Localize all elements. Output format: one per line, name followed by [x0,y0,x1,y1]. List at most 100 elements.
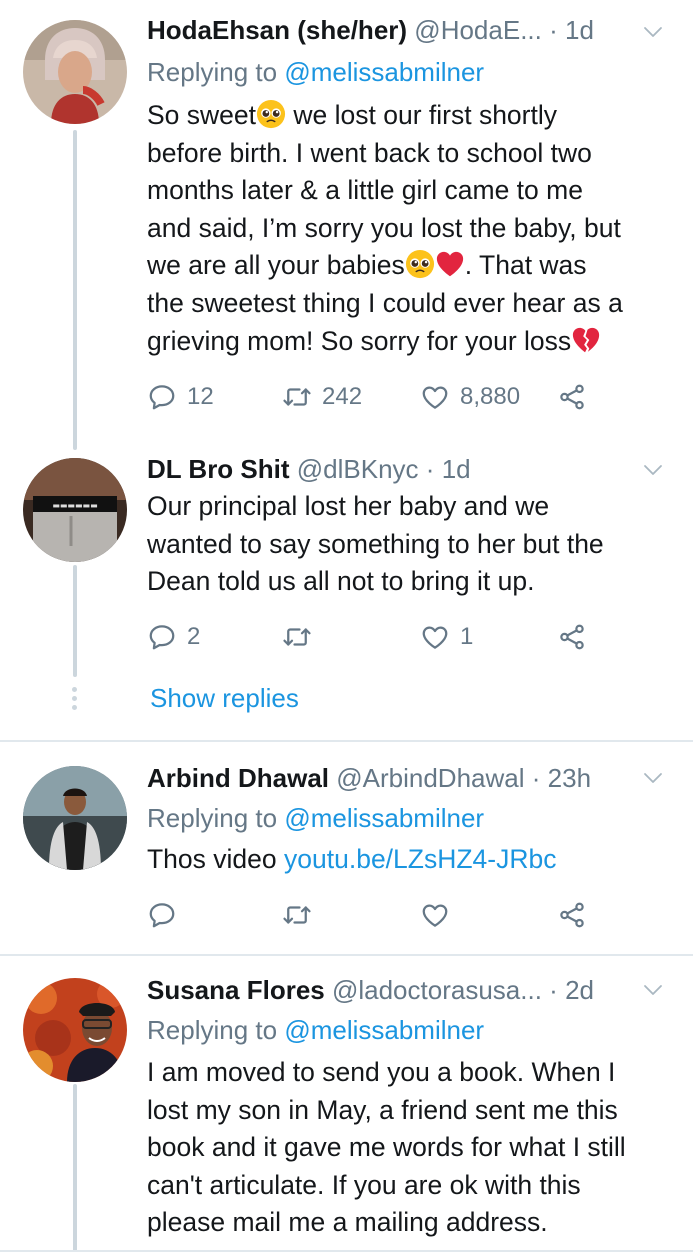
tweet-3[interactable]: Arbind Dhawal @ArbindDhawal · 23h Replyi… [0,742,693,954]
chevron-down-icon[interactable] [641,766,665,790]
tweet-actions [147,895,667,935]
red-heart-emoji [435,249,465,279]
tweet-4[interactable]: Susana Flores @ladoctorasusa... · 2d Rep… [0,956,693,1252]
tweet-2[interactable]: ▬▬▬▬▬▬ DL Bro Shit @dlBKnyc · 1d Our pri… [0,450,693,740]
reply-icon [147,382,177,412]
body-line: I am moved to send you a book. When I [147,1057,616,1087]
user-handle[interactable]: @ArbindDhawal [336,763,524,793]
user-handle[interactable]: @ladoctorasusa... [332,975,542,1005]
display-name[interactable]: HodaEhsan (she/her) [147,15,407,45]
display-name[interactable]: Arbind Dhawal [147,763,329,793]
separator-dot: · [549,975,558,1005]
chevron-down-icon[interactable] [641,458,665,482]
reply-icon [147,622,177,652]
tweet-text: So sweet we lost our first shortly befor… [147,97,677,360]
avatar[interactable] [23,978,127,1082]
share-button[interactable] [557,617,587,657]
replying-to-label: Replying to [147,803,278,833]
like-button[interactable] [420,895,450,935]
tweet-header: Arbind Dhawal @ArbindDhawal · 23h [147,760,645,796]
retweet-button[interactable]: 242 [282,377,362,417]
retweet-icon [282,382,312,412]
show-replies-link[interactable]: Show replies [150,680,299,716]
reply-button[interactable] [147,895,177,935]
body-line: grieving mom! So sorry for your loss [147,325,572,356]
like-icon [420,900,450,930]
pleading-face-emoji [256,99,286,129]
body-line: months later & a little girl came to me [147,175,583,206]
body-line: and said, I’m sorry you lost the baby, b… [147,212,621,243]
avatar[interactable] [23,766,127,870]
svg-text:▬▬▬▬▬▬: ▬▬▬▬▬▬ [52,501,97,510]
mention-link[interactable]: @melissabmilner [284,1015,484,1045]
retweet-button[interactable] [282,617,322,657]
body-line: wanted to say something to her but the [147,528,604,559]
retweet-button[interactable] [282,895,312,935]
timestamp[interactable]: 1d [565,15,594,45]
body-line: Dean told us all not to bring it up. [147,566,535,597]
reply-count: 12 [187,383,214,410]
mention-link[interactable]: @melissabmilner [284,57,484,87]
chevron-down-icon[interactable] [641,20,665,44]
share-button[interactable] [557,377,587,417]
body-line: we lost our first shortly [293,100,557,130]
share-icon [557,382,587,412]
body-line: book and it gave me words for what I sti… [147,1132,626,1163]
tweet-1[interactable]: HodaEhsan (she/her) @HodaE... · 1d Reply… [0,0,693,450]
display-name[interactable]: DL Bro Shit [147,454,290,484]
replying-to-label: Replying to [147,57,278,87]
avatar[interactable]: ▬▬▬▬▬▬ [23,458,127,562]
body-line: So sweet [147,100,257,130]
pleading-face-emoji [405,249,435,279]
timestamp[interactable]: 1d [442,454,471,484]
retweet-icon [282,622,312,652]
body-line: please mail me a mailing address. [147,1207,548,1238]
thread-more-dots [72,687,78,714]
separator-dot: · [425,454,435,484]
replying-to-label: Replying to [147,1015,278,1045]
share-icon [557,622,587,652]
tweet-actions: 12 242 8,880 [147,377,667,417]
like-count: 8,880 [460,383,521,410]
body-line: the sweetest thing I could ever hear as … [147,287,623,318]
body-line: . That was [464,250,587,281]
tweet-actions: 2 1 [147,617,667,657]
tweet-header: Susana Flores @ladoctorasusa... · 2d [147,972,645,1008]
share-button[interactable] [557,895,587,935]
user-handle[interactable]: @HodaE... [414,15,542,45]
replying-to: Replying to @melissabmilner [147,1012,484,1048]
separator-dot: · [549,15,558,45]
body-line: Our principal lost her baby and we [147,491,550,521]
like-button[interactable]: 1 [420,617,473,657]
replying-to: Replying to @melissabmilner [147,54,484,90]
body-text: Thos video [147,844,277,874]
display-name[interactable]: Susana Flores [147,975,325,1005]
user-handle[interactable]: @dlBKnyc [297,454,419,484]
reply-count: 2 [187,623,201,650]
body-line: we are all your babies [147,250,405,281]
reply-button[interactable]: 2 [147,617,200,657]
url-link[interactable]: youtu.be/LZsHZ4-JRbc [284,844,556,874]
separator-dot: · [531,763,541,793]
tweet-header: HodaEhsan (she/her) @HodaE... · 1d [147,12,645,48]
chevron-down-icon[interactable] [641,978,665,1002]
tweet-header: DL Bro Shit @dlBKnyc · 1d [147,451,645,487]
retweet-count: 242 [322,383,363,410]
replying-to: Replying to @melissabmilner [147,800,484,836]
tweet-text: Thos video youtu.be/LZsHZ4-JRbc [147,841,677,879]
share-icon [557,900,587,930]
body-line: before birth. I went back to school two [147,137,592,168]
timestamp[interactable]: 23h [548,763,591,793]
retweet-icon [282,900,312,930]
body-line: lost my son in May, a friend sent me thi… [147,1094,618,1125]
broken-heart-emoji [571,325,601,355]
like-button[interactable]: 8,880 [420,377,520,417]
like-count: 1 [460,623,474,650]
body-line: can't articulate. If you are ok with thi… [147,1169,581,1200]
tweet-text: I am moved to send you a book. When I lo… [147,1054,677,1242]
reply-icon [147,900,177,930]
mention-link[interactable]: @melissabmilner [284,803,484,833]
timestamp[interactable]: 2d [565,975,594,1005]
avatar[interactable] [23,20,127,124]
reply-button[interactable]: 12 [147,377,214,417]
